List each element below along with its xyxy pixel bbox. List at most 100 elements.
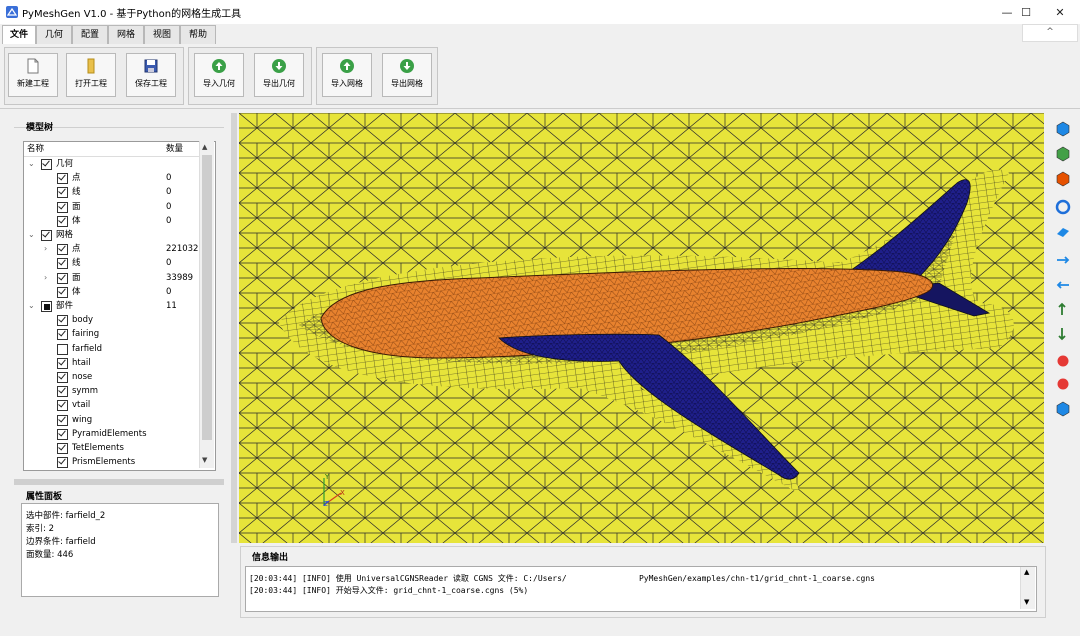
y-minus-axis-icon[interactable] — [1055, 326, 1071, 342]
tree-item[interactable]: 线0 — [24, 256, 200, 270]
collapsed-chevron-icon[interactable]: › — [44, 242, 47, 256]
prop-selected-part: 选中部件: farfield_2 — [26, 511, 106, 521]
tree-item[interactable]: farfield — [24, 342, 200, 356]
tree-item[interactable]: 线0 — [24, 185, 200, 199]
tree-item[interactable]: wing — [24, 413, 200, 427]
tab-file[interactable]: 文件 — [2, 25, 36, 44]
x-plus-axis-icon[interactable] — [1055, 250, 1071, 266]
x-minus-axis-icon[interactable] — [1055, 275, 1071, 291]
z-plus-axis-icon[interactable] — [1055, 353, 1071, 369]
open-project-button[interactable]: 打开工程 — [66, 53, 116, 97]
tree-checkbox[interactable] — [41, 230, 52, 241]
tree-item[interactable]: PrismElements — [24, 455, 200, 469]
y-plus-axis-icon[interactable] — [1055, 301, 1071, 317]
tree-checkbox[interactable] — [57, 428, 68, 440]
z-minus-axis-icon[interactable] — [1055, 376, 1071, 392]
tree-scroll-thumb[interactable] — [202, 155, 212, 440]
tab-config[interactable]: 配置 — [72, 25, 108, 44]
log-scrollbar[interactable]: ▲ ▼ — [1020, 567, 1035, 609]
open-project-label: 打开工程 — [75, 79, 107, 88]
tree-checkbox[interactable] — [57, 329, 68, 341]
tree-item[interactable]: PyramidElements — [24, 427, 200, 441]
panel-splitter[interactable] — [14, 479, 224, 485]
scroll-down-icon[interactable]: ▼ — [202, 456, 207, 464]
tree-item[interactable]: htail — [24, 356, 200, 370]
tree-item-label: 线 — [72, 258, 81, 269]
expand-chevron-icon[interactable]: ⌄ — [28, 157, 35, 171]
tree-item[interactable]: 体0 — [24, 285, 200, 299]
tree-item[interactable]: ⌄ 几何 — [24, 157, 200, 171]
close-button[interactable]: ✕ — [1040, 0, 1080, 24]
cube-top-view-icon[interactable] — [1055, 171, 1071, 187]
tab-mesh[interactable]: 网格 — [108, 25, 144, 44]
tree-checkbox[interactable] — [57, 315, 68, 327]
tree-item[interactable]: 面0 — [24, 200, 200, 214]
log-scroll-down-icon[interactable]: ▼ — [1024, 598, 1029, 606]
tree-item-label: 体 — [72, 286, 81, 297]
tree-item[interactable]: 点0 — [24, 171, 200, 185]
tree-item[interactable]: ⌄ 部件 11 — [24, 299, 200, 313]
import-mesh-button[interactable]: 导入网格 — [322, 53, 372, 97]
new-project-button[interactable]: 新建工程 — [8, 53, 58, 97]
tree-item[interactable]: 体0 — [24, 214, 200, 228]
log-output[interactable]: [20:03:44] [INFO] 使用 UniversalCGNSReader… — [245, 566, 1037, 612]
tree-checkbox[interactable] — [57, 173, 68, 185]
tree-checkbox[interactable] — [41, 301, 52, 312]
tree-checkbox[interactable] — [57, 201, 68, 213]
cube-front-view-icon[interactable] — [1055, 121, 1071, 137]
tree-checkbox[interactable] — [57, 457, 68, 469]
import-geometry-button[interactable]: 导入几何 — [194, 53, 244, 97]
tree-item[interactable]: body — [24, 313, 200, 327]
tree-checkbox[interactable] — [57, 272, 68, 284]
tree-checkbox[interactable] — [57, 414, 68, 426]
tree-checkbox[interactable] — [57, 357, 68, 369]
tree-checkbox[interactable] — [57, 386, 68, 398]
tree-checkbox[interactable] — [57, 187, 68, 199]
tree-item[interactable]: ⌄ 网格 — [24, 228, 200, 242]
mesh-viewport[interactable]: Y X Z — [239, 113, 1044, 543]
collapse-ribbon-button[interactable]: ^ — [1022, 24, 1078, 42]
tab-geometry[interactable]: 几何 — [36, 25, 72, 44]
tree-checkbox[interactable] — [57, 258, 68, 270]
reset-view-icon[interactable] — [1055, 199, 1071, 215]
tree-item[interactable]: fairing — [24, 327, 200, 341]
model-tree[interactable]: 名称 数量 ⌄ 几何点 0 线 0 面 0 体 0 ⌄ 网格 › 点 221032 线 0 › 面 33989 体 0 ⌄… — [23, 141, 216, 471]
tree-item-count: 0 — [166, 258, 172, 269]
import-up-arrow-icon — [340, 59, 354, 73]
log-scroll-up-icon[interactable]: ▲ — [1024, 568, 1029, 576]
tree-item[interactable]: › 点 221032 — [24, 242, 200, 256]
tree-checkbox[interactable] — [57, 244, 68, 256]
tree-checkbox[interactable] — [57, 343, 68, 355]
save-project-button[interactable]: 保存工程 — [126, 53, 176, 97]
axis-z-label: Z — [323, 500, 328, 508]
tree-item[interactable]: nose — [24, 370, 200, 384]
scroll-up-icon[interactable]: ▲ — [202, 143, 207, 151]
properties-panel: 选中部件: farfield_2 索引: 2 边界条件: farfield 面数… — [21, 503, 219, 597]
tree-item[interactable]: TetElements — [24, 441, 200, 455]
tree-checkbox[interactable] — [57, 443, 68, 454]
viewport-splitter[interactable] — [231, 113, 237, 543]
tree-item[interactable]: vtail — [24, 398, 200, 412]
tree-scrollbar[interactable]: ▲ ▼ — [199, 141, 214, 468]
tree-item[interactable]: › 面 33989 — [24, 271, 200, 285]
tree-item-label: symm — [72, 386, 99, 397]
tab-view[interactable]: 视图 — [144, 25, 180, 44]
tree-item-label: 几何 — [56, 159, 74, 169]
tree-checkbox[interactable] — [57, 372, 68, 383]
tree-item-label: nose — [72, 372, 93, 382]
isometric-view-icon[interactable] — [1055, 401, 1071, 417]
collapsed-chevron-icon[interactable]: › — [44, 271, 47, 285]
tree-checkbox[interactable] — [41, 159, 52, 170]
model-tree-title: 模型树 — [26, 123, 54, 133]
export-mesh-button[interactable]: 导出网格 — [382, 53, 432, 97]
tree-item[interactable]: symm — [24, 384, 200, 398]
expand-chevron-icon[interactable]: ⌄ — [28, 228, 35, 242]
export-geometry-button[interactable]: 导出几何 — [254, 53, 304, 97]
tab-help[interactable]: 帮助 — [180, 25, 216, 44]
cube-side-view-icon[interactable] — [1055, 146, 1071, 162]
tree-checkbox[interactable] — [57, 400, 68, 412]
tree-checkbox[interactable] — [57, 286, 68, 298]
tree-checkbox[interactable] — [57, 215, 68, 227]
expand-chevron-icon[interactable]: ⌄ — [28, 299, 35, 313]
fit-view-icon[interactable] — [1055, 224, 1071, 240]
